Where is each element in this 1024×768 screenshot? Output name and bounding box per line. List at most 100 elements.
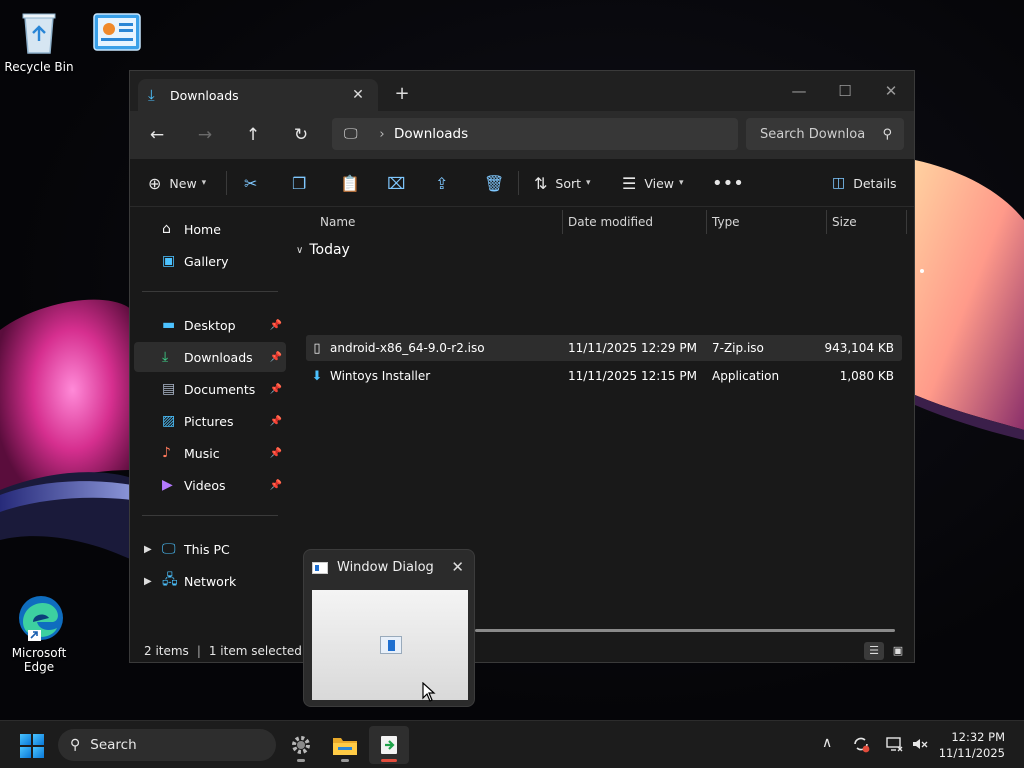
desktop-icon-control-panel[interactable] bbox=[79, 8, 155, 60]
column-header-date[interactable]: Date modified bbox=[568, 208, 653, 236]
videos-icon: ▶ bbox=[162, 477, 173, 493]
sidebar-item-this-pc[interactable]: ▶ 🖵 This PC bbox=[134, 534, 286, 564]
column-header-type[interactable]: Type bbox=[712, 208, 740, 236]
pin-icon[interactable]: 📌 bbox=[266, 448, 286, 459]
more-icon: ••• bbox=[712, 172, 744, 194]
column-resize-handle[interactable] bbox=[562, 210, 563, 234]
sidebar-item-documents[interactable]: ▤ Documents 📌 bbox=[134, 374, 286, 404]
dialog-app-icon bbox=[381, 736, 397, 754]
maximize-button[interactable]: ☐ bbox=[822, 77, 868, 105]
sidebar-item-network[interactable]: ▶ 🖧 Network bbox=[134, 566, 286, 596]
windows-logo-icon bbox=[20, 747, 31, 758]
sidebar-item-gallery[interactable]: ▣ Gallery bbox=[134, 246, 286, 276]
tiles-view-button[interactable]: ▣ bbox=[888, 642, 908, 660]
sidebar-item-pictures[interactable]: ▨ Pictures 📌 bbox=[134, 406, 286, 436]
breadcrumb[interactable]: 🖵 › Downloads bbox=[332, 118, 738, 150]
sidebar-item-desktop[interactable]: ▬ Desktop 📌 bbox=[134, 310, 286, 340]
show-hidden-icons-button[interactable]: ∧ bbox=[822, 735, 832, 751]
pin-icon[interactable]: 📌 bbox=[266, 352, 286, 363]
sidebar-item-videos[interactable]: ▶ Videos 📌 bbox=[134, 470, 286, 500]
up-button[interactable]: ↑ bbox=[237, 121, 269, 149]
details-pane-button[interactable]: ◫ Details bbox=[832, 171, 897, 195]
close-tab-icon[interactable]: ✕ bbox=[348, 87, 368, 103]
minimize-button[interactable]: — bbox=[776, 77, 822, 105]
tab-downloads[interactable]: ⤓ Downloads ✕ bbox=[138, 79, 378, 111]
details-pane-icon: ◫ bbox=[832, 175, 846, 191]
system-clock[interactable]: 12:32 PM 11/11/2025 bbox=[939, 729, 1005, 761]
pin-icon[interactable]: 📌 bbox=[266, 320, 286, 331]
navigation-pane: ⌂ Home ▣ Gallery ▬ Desktop 📌 ⤓ Downloads… bbox=[130, 208, 290, 638]
column-header-size[interactable]: Size bbox=[832, 208, 857, 236]
taskbar-app-settings[interactable] bbox=[281, 726, 321, 764]
command-bar: ⊕ New ▾ ✂ ❐ 📋 ⌧ ⇪ 🗑 ⇅ Sort ▾ ☰ View ▾ ••… bbox=[130, 159, 914, 207]
taskbar-search-box[interactable]: ⚲ Search bbox=[58, 729, 276, 761]
breadcrumb-item[interactable]: Downloads bbox=[394, 126, 468, 142]
sync-status-icon[interactable] bbox=[852, 735, 870, 757]
sidebar-item-music[interactable]: ♪ Music 📌 bbox=[134, 438, 286, 468]
tab-label: Downloads bbox=[170, 87, 239, 103]
table-row[interactable]: ▯ android-x86_64-9.0-r2.iso 11/11/2025 1… bbox=[306, 335, 902, 361]
chevron-right-icon[interactable]: ▶ bbox=[144, 576, 152, 587]
taskbar-app-file-explorer[interactable] bbox=[325, 726, 365, 764]
details-view-button[interactable]: ☰ bbox=[864, 642, 884, 660]
table-row[interactable]: ⬇ Wintoys Installer 11/11/2025 12:15 PM … bbox=[306, 363, 902, 389]
copy-button[interactable]: ❐ bbox=[292, 171, 306, 195]
column-resize-handle[interactable] bbox=[706, 210, 707, 234]
column-resize-handle[interactable] bbox=[826, 210, 827, 234]
column-header-name[interactable]: Name bbox=[320, 208, 355, 236]
file-type: Application bbox=[712, 369, 780, 383]
more-options-button[interactable]: ••• bbox=[712, 171, 744, 195]
close-preview-icon[interactable]: ✕ bbox=[451, 558, 464, 576]
installer-icon: ⬇ bbox=[311, 368, 323, 384]
file-icon: ▯ bbox=[313, 340, 321, 356]
network-status-icon[interactable] bbox=[885, 735, 903, 757]
sidebar-item-downloads[interactable]: ⤓ Downloads 📌 bbox=[134, 342, 286, 372]
cut-icon: ✂ bbox=[244, 173, 258, 193]
desktop-icon-edge[interactable]: Microsoft Edge bbox=[1, 594, 77, 674]
clock-date: 11/11/2025 bbox=[938, 746, 1005, 760]
search-icon: ⚲ bbox=[70, 737, 81, 753]
desktop-icon-recycle-bin[interactable]: Recycle Bin bbox=[1, 8, 77, 74]
back-button[interactable]: ← bbox=[141, 121, 173, 149]
home-icon: ⌂ bbox=[162, 221, 171, 237]
documents-icon: ▤ bbox=[162, 381, 176, 397]
paste-icon: 📋 bbox=[340, 173, 360, 193]
sort-button[interactable]: ⇅ Sort ▾ bbox=[534, 171, 591, 195]
column-resize-handle[interactable] bbox=[906, 210, 907, 234]
taskbar-app-window-dialog[interactable] bbox=[369, 726, 409, 764]
group-header-today[interactable]: ∨ Today bbox=[296, 242, 350, 258]
pin-icon[interactable]: 📌 bbox=[266, 416, 286, 427]
new-button[interactable]: ⊕ New ▾ bbox=[148, 171, 206, 195]
forward-button[interactable]: → bbox=[189, 121, 221, 149]
search-placeholder: Search Downloa bbox=[760, 126, 866, 142]
pictures-icon: ▨ bbox=[162, 413, 176, 429]
plus-circle-icon: ⊕ bbox=[148, 173, 162, 193]
sidebar-item-label: Downloads bbox=[184, 349, 253, 365]
sidebar-item-label: Home bbox=[184, 221, 221, 237]
rename-button[interactable]: ⌧ bbox=[387, 171, 405, 195]
taskbar-thumbnail-preview[interactable]: Window Dialog ✕ bbox=[303, 549, 475, 707]
search-input[interactable]: Search Downloa ⚲ bbox=[746, 118, 904, 150]
preview-thumbnail[interactable] bbox=[312, 590, 468, 700]
new-tab-button[interactable]: + bbox=[392, 83, 412, 104]
pin-icon[interactable]: 📌 bbox=[266, 480, 286, 491]
share-button[interactable]: ⇪ bbox=[435, 171, 448, 195]
paste-button[interactable]: 📋 bbox=[340, 171, 360, 195]
view-button[interactable]: ☰ View ▾ bbox=[622, 171, 684, 195]
tiles-view-icon: ▣ bbox=[892, 644, 904, 657]
clock-time: 12:32 PM bbox=[951, 730, 1005, 744]
delete-button[interactable]: 🗑 bbox=[484, 171, 504, 195]
running-indicator bbox=[297, 759, 305, 762]
start-button[interactable] bbox=[20, 734, 44, 758]
sidebar-item-home[interactable]: ⌂ Home bbox=[134, 214, 286, 244]
chevron-right-icon[interactable]: › bbox=[370, 127, 394, 142]
refresh-button[interactable]: ↻ bbox=[285, 121, 317, 149]
volume-muted-icon[interactable] bbox=[911, 735, 929, 757]
windows-logo-icon bbox=[33, 747, 44, 758]
close-window-button[interactable]: ✕ bbox=[868, 77, 914, 105]
chevron-down-icon: ▾ bbox=[586, 178, 591, 188]
cut-button[interactable]: ✂ bbox=[244, 171, 257, 195]
horizontal-scrollbar[interactable] bbox=[475, 629, 895, 632]
chevron-right-icon[interactable]: ▶ bbox=[144, 544, 152, 555]
pin-icon[interactable]: 📌 bbox=[266, 384, 286, 395]
